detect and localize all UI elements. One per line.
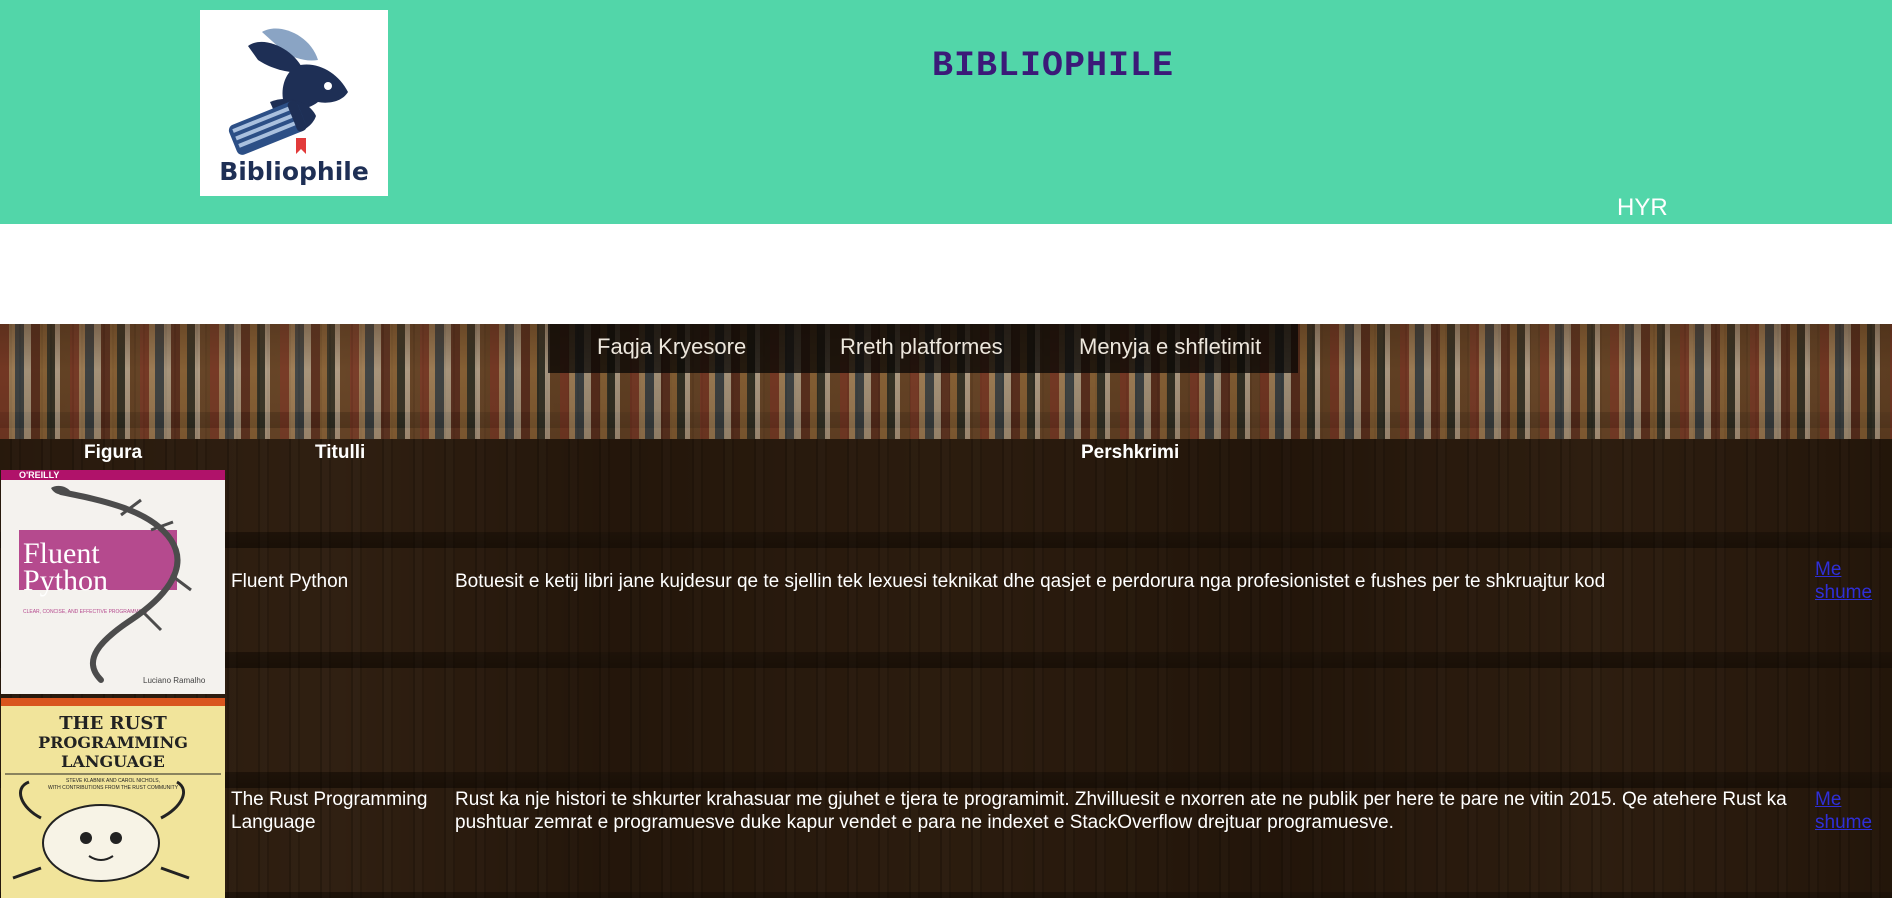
cover-publisher: O'REILLY — [19, 470, 59, 480]
main-nav: Faqja Kryesore Rreth platformes Menyja e… — [548, 324, 1298, 373]
cover-title-line2: PROGRAMMING — [38, 733, 188, 752]
column-header-figure: Figura — [84, 442, 143, 463]
book-title: The Rust Programming Language — [231, 789, 428, 833]
more-link[interactable]: Me shume — [1815, 788, 1885, 834]
site-header: Bibliophile BIBLIOPHILE HYR — [0, 0, 1892, 224]
login-link[interactable]: HYR — [1617, 194, 1668, 222]
column-header-description: Pershkrimi — [1081, 442, 1180, 463]
cover-subtitle: CLEAR, CONCISE, AND EFFECTIVE PROGRAMMIN… — [23, 609, 148, 615]
logo[interactable]: Bibliophile — [200, 10, 388, 196]
cover-authors: STEVE KLABNIK AND CAROL NICHOLS, — [66, 778, 160, 784]
cover-title-line1: THE RUST — [59, 713, 167, 734]
logo-wordmark: Bibliophile — [219, 157, 369, 186]
book-cover-rust: THE RUST PROGRAMMING LANGUAGE STEVE KLAB… — [1, 698, 225, 898]
book-description: Rust ka nje histori te shkurter krahasua… — [455, 789, 1787, 833]
nav-item-home[interactable]: Faqja Kryesore — [597, 334, 746, 360]
rabbit-book-logo-icon: Bibliophile — [219, 28, 369, 186]
nav-item-browse-menu[interactable]: Menyja e shfletimit — [1079, 334, 1261, 360]
cover-title-line3: LANGUAGE — [61, 752, 165, 771]
cover-author: Luciano Ramalho — [143, 676, 206, 685]
book-cover-fluent-python: O'REILLY Fluent Python CLEAR, CONCISE, A… — [1, 470, 225, 694]
column-header-title: Titulli — [315, 442, 366, 463]
nav-item-about[interactable]: Rreth platformes — [840, 334, 1003, 360]
crab-illustration-icon — [12, 780, 190, 882]
book-title: Fluent Python — [231, 571, 349, 592]
site-title: BIBLIOPHILE — [931, 46, 1175, 86]
cover-contrib: WITH CONTRIBUTIONS FROM THE RUST COMMUNI… — [48, 785, 179, 791]
more-link[interactable]: Me shume — [1815, 558, 1885, 604]
cover-title-line2: Python — [23, 564, 108, 597]
book-description: Botuesit e ketij libri jane kujdesur qe … — [455, 571, 1606, 592]
header-spacer — [0, 224, 1892, 324]
